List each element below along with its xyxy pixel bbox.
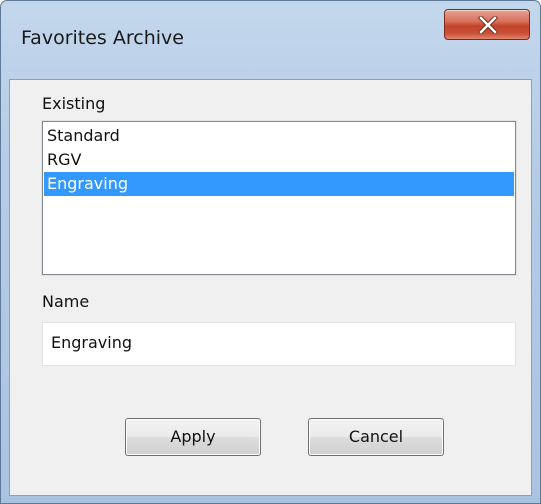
close-icon — [478, 16, 498, 34]
dialog-client-area: Existing Standard RGV Engraving Name Eng… — [9, 79, 532, 496]
existing-listbox[interactable]: Standard RGV Engraving — [41, 120, 517, 276]
apply-button[interactable]: Apply — [125, 418, 261, 456]
list-item-engraving[interactable]: Engraving — [44, 172, 514, 196]
cancel-button[interactable]: Cancel — [308, 418, 444, 456]
name-label: Name — [42, 292, 90, 311]
name-field[interactable]: Engraving — [42, 322, 516, 366]
title-bar[interactable]: Favorites Archive — [1, 1, 540, 79]
window-title: Favorites Archive — [21, 27, 184, 49]
list-item-rgv[interactable]: RGV — [44, 148, 514, 172]
dialog-window: Favorites Archive Existing Standard RGV … — [0, 0, 541, 504]
existing-label: Existing — [42, 94, 106, 113]
list-item-standard[interactable]: Standard — [44, 124, 514, 148]
close-button[interactable] — [444, 9, 530, 40]
